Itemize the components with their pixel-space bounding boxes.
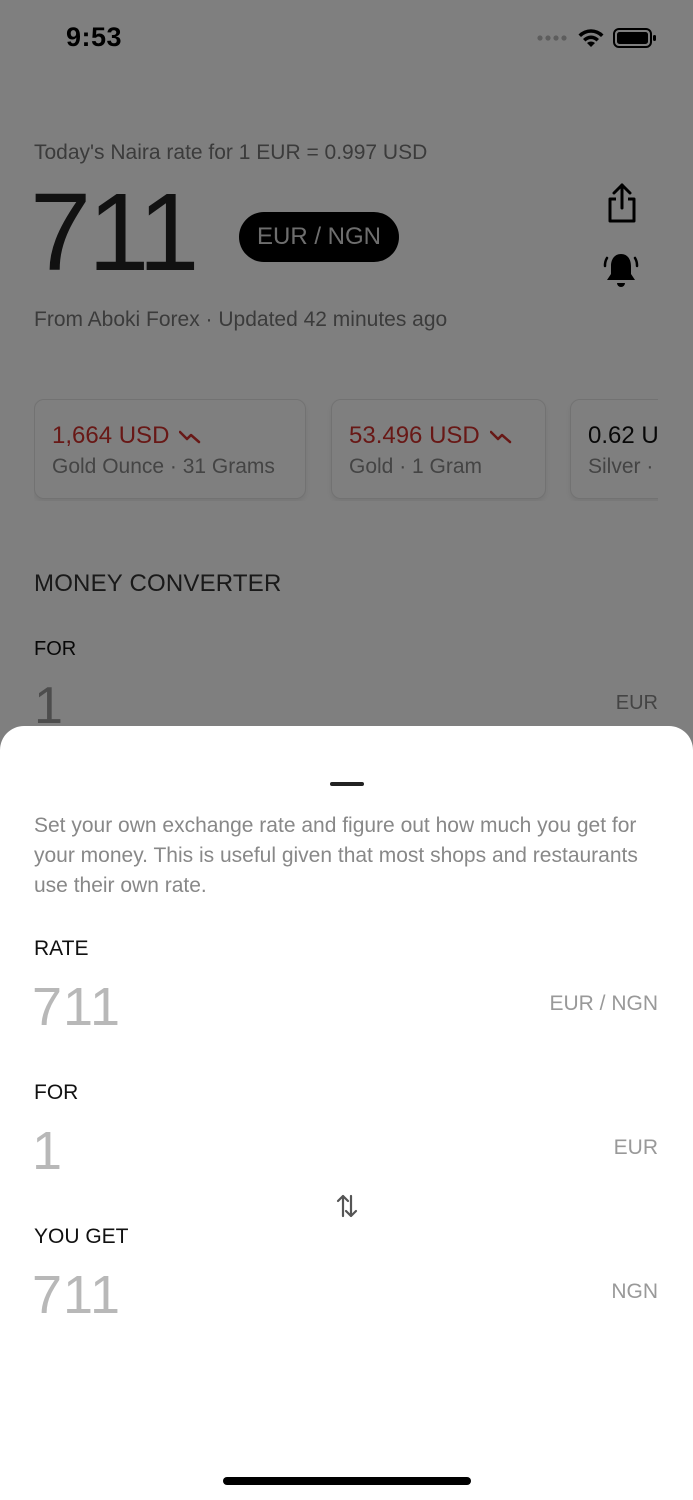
sheet-description: Set your own exchange rate and figure ou… xyxy=(34,814,638,897)
you-get-label: YOU GET xyxy=(34,1225,129,1248)
custom-rate-sheet: Set your own exchange rate and figure ou… xyxy=(0,726,693,1500)
you-get-unit: NGN xyxy=(611,1280,658,1303)
rate-unit: EUR / NGN xyxy=(549,992,658,1015)
for-input[interactable]: 1 xyxy=(32,1120,63,1182)
for-unit: EUR xyxy=(613,1136,658,1159)
you-get-value: 711 xyxy=(32,1265,122,1325)
rate-label: RATE xyxy=(34,937,89,960)
for-label: FOR xyxy=(34,1081,79,1104)
rate-input[interactable]: 711 xyxy=(32,976,121,1038)
sheet-grabber[interactable] xyxy=(330,782,364,786)
home-indicator xyxy=(223,1477,471,1485)
swap-icon[interactable] xyxy=(335,1192,359,1220)
